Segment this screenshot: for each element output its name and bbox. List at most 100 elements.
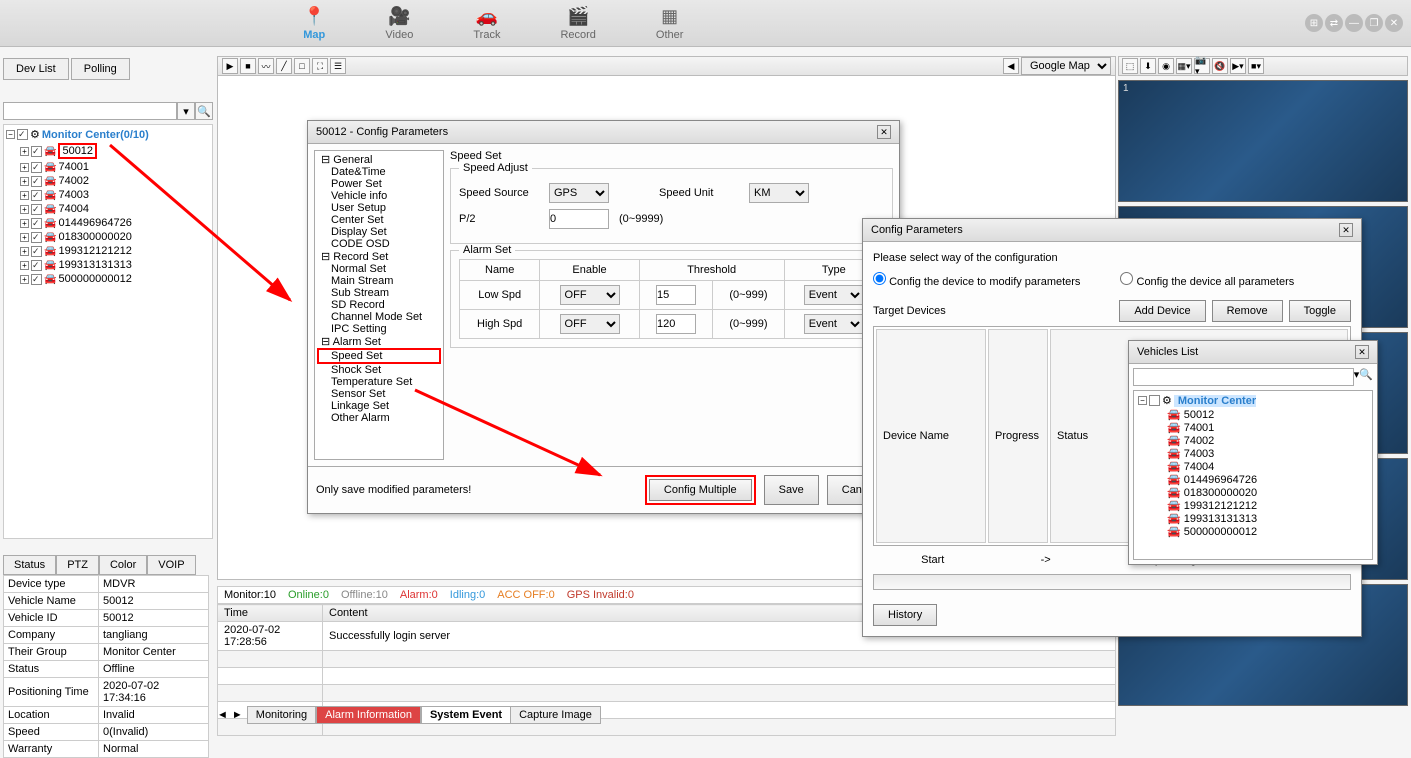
win-swap-icon[interactable]: ⇄ <box>1325 14 1343 32</box>
stop-icon[interactable]: ■ <box>240 58 256 74</box>
dropdown-icon[interactable]: ▾ <box>177 102 195 120</box>
nav-tab-other[interactable]: ▦Other <box>656 6 684 41</box>
poly-icon[interactable]: 〰 <box>258 58 274 74</box>
vl-item[interactable]: 🚘 50012 <box>1136 408 1370 421</box>
high-enable-select[interactable]: OFF <box>560 314 620 334</box>
config-params-dialog: 50012 - Config Parameters ✕ ⊟ General Da… <box>307 120 900 514</box>
tree-root[interactable]: −⚙ Monitor Center(0/10) <box>6 127 210 142</box>
next-icon[interactable]: ► <box>232 709 243 721</box>
vl-item[interactable]: 🚘 74002 <box>1136 434 1370 447</box>
vl-item[interactable]: 🚘 018300000020 <box>1136 486 1370 499</box>
p2-input[interactable] <box>549 209 609 229</box>
line-icon[interactable]: ╱ <box>276 58 292 74</box>
search-icon[interactable]: 🔍 <box>1359 368 1373 386</box>
map-provider-select[interactable]: Google Map <box>1021 57 1111 75</box>
speed-source-select[interactable]: GPS <box>549 183 609 203</box>
tab-polling[interactable]: Polling <box>71 58 130 80</box>
video-stop-icon[interactable]: ■▾ <box>1248 58 1264 74</box>
video-play-icon[interactable]: ▶▾ <box>1230 58 1246 74</box>
tree-device[interactable]: +🚘 74004 <box>6 202 210 216</box>
section-title: Speed Set <box>450 150 893 162</box>
radio-all[interactable]: Config the device all parameters <box>1120 272 1294 288</box>
add-device-button[interactable]: Add Device <box>1119 300 1205 322</box>
video-mute-icon[interactable]: 🔇 <box>1212 58 1228 74</box>
info-tab-voip[interactable]: VOIP <box>147 555 195 575</box>
left-panel: Dev List Polling ▾ 🔍 −⚙ Monitor Center(0… <box>3 58 213 539</box>
toggle-button[interactable]: Toggle <box>1289 300 1351 322</box>
close-icon[interactable]: ✕ <box>1339 223 1353 237</box>
config-multiple-button[interactable]: Config Multiple <box>649 479 752 501</box>
info-tabs: Status PTZ Color VOIP <box>3 555 196 575</box>
vl-item[interactable]: 🚘 014496964726 <box>1136 473 1370 486</box>
speed-unit-select[interactable]: KM <box>749 183 809 203</box>
vl-item[interactable]: 🚘 74003 <box>1136 447 1370 460</box>
bottom-tabs: ◄ ► Monitoring Alarm Information System … <box>217 706 601 724</box>
video-rec-icon[interactable]: ◉ <box>1158 58 1174 74</box>
info-tab-status[interactable]: Status <box>3 555 56 575</box>
other-icon: ▦ <box>661 6 678 27</box>
footer-note: Only save modified parameters! <box>316 484 471 496</box>
vl-search-input[interactable] <box>1133 368 1354 386</box>
win-grid-icon[interactable]: ⊞ <box>1305 14 1323 32</box>
nav-tab-video[interactable]: 🎥Video <box>385 6 413 41</box>
record-icon: 🎬 <box>567 6 589 27</box>
video-cam-icon[interactable]: 📷▾ <box>1194 58 1210 74</box>
tab-devlist[interactable]: Dev List <box>3 58 69 80</box>
win-minimize-icon[interactable]: — <box>1345 14 1363 32</box>
play-icon[interactable]: ▶ <box>222 58 238 74</box>
history-button[interactable]: History <box>873 604 937 626</box>
high-threshold-input[interactable] <box>656 314 696 334</box>
tree-device[interactable]: +🚘 500000000012 <box>6 272 210 286</box>
video-grid-icon[interactable]: ▦▾ <box>1176 58 1192 74</box>
tree-device[interactable]: +🚘 74003 <box>6 188 210 202</box>
video-down-icon[interactable]: ⬇ <box>1140 58 1156 74</box>
nav-tab-track[interactable]: 🚗Track <box>473 6 500 41</box>
info-tab-ptz[interactable]: PTZ <box>56 555 99 575</box>
progress-bar <box>873 574 1351 590</box>
radio-modify[interactable]: Config the device to modify parameters <box>873 272 1080 288</box>
rect-icon[interactable]: □ <box>294 58 310 74</box>
video-tile-1[interactable]: 1 <box>1118 80 1408 202</box>
expand-icon[interactable]: ⛶ <box>312 58 328 74</box>
tree-device[interactable]: +🚘 014496964726 <box>6 216 210 230</box>
config-tree[interactable]: ⊟ General Date&Time Power Set Vehicle in… <box>314 150 444 460</box>
save-button[interactable]: Save <box>764 475 819 505</box>
tree-device[interactable]: +🚘 74002 <box>6 174 210 188</box>
dialog-title: 50012 - Config Parameters <box>316 126 448 138</box>
close-icon[interactable]: ✕ <box>1355 345 1369 359</box>
close-icon[interactable]: ✕ <box>877 125 891 139</box>
tree-device[interactable]: +🚘50012 <box>6 142 210 160</box>
nav-tab-map[interactable]: 📍Map <box>303 6 325 41</box>
search-icon[interactable]: 🔍 <box>195 102 213 120</box>
tree-device[interactable]: +🚘 018300000020 <box>6 230 210 244</box>
vl-item[interactable]: 🚘 199313131313 <box>1136 512 1370 525</box>
vl-item[interactable]: 🚘 74001 <box>1136 421 1370 434</box>
win-close-icon[interactable]: ✕ <box>1385 14 1403 32</box>
vl-item[interactable]: 🚘 199312121212 <box>1136 499 1370 512</box>
low-threshold-input[interactable] <box>656 285 696 305</box>
device-search-input[interactable] <box>3 102 177 120</box>
low-type-select[interactable]: Event <box>804 285 864 305</box>
low-enable-select[interactable]: OFF <box>560 285 620 305</box>
video-screen-icon[interactable]: ⬚ <box>1122 58 1138 74</box>
btab-monitoring[interactable]: Monitoring <box>247 706 316 724</box>
tree-device[interactable]: +🚘 199313131313 <box>6 258 210 272</box>
vl-item[interactable]: 🚘 74004 <box>1136 460 1370 473</box>
list-icon[interactable]: ☰ <box>330 58 346 74</box>
high-type-select[interactable]: Event <box>804 314 864 334</box>
left-arrow-icon[interactable]: ◀ <box>1003 58 1019 74</box>
tree-device[interactable]: +🚘 74001 <box>6 160 210 174</box>
info-tab-color[interactable]: Color <box>99 555 147 575</box>
tree-device[interactable]: +🚘 199312121212 <box>6 244 210 258</box>
vl-item[interactable]: 🚘 500000000012 <box>1136 525 1370 538</box>
cfg-tree-speed-set[interactable]: Speed Set <box>317 348 441 364</box>
win-restore-icon[interactable]: ❐ <box>1365 14 1383 32</box>
nav-tab-record[interactable]: 🎬Record <box>560 6 595 41</box>
top-toolbar: 📍Map 🎥Video 🚗Track 🎬Record ▦Other ⊞ ⇄ — … <box>0 0 1411 47</box>
btab-sys[interactable]: System Event <box>421 706 511 724</box>
remove-button[interactable]: Remove <box>1212 300 1283 322</box>
btab-alarm[interactable]: Alarm Information <box>316 706 421 724</box>
info-table: Device typeMDVR Vehicle Name50012 Vehicl… <box>3 575 209 758</box>
btab-capture[interactable]: Capture Image <box>511 706 601 724</box>
prev-icon[interactable]: ◄ <box>217 709 228 721</box>
